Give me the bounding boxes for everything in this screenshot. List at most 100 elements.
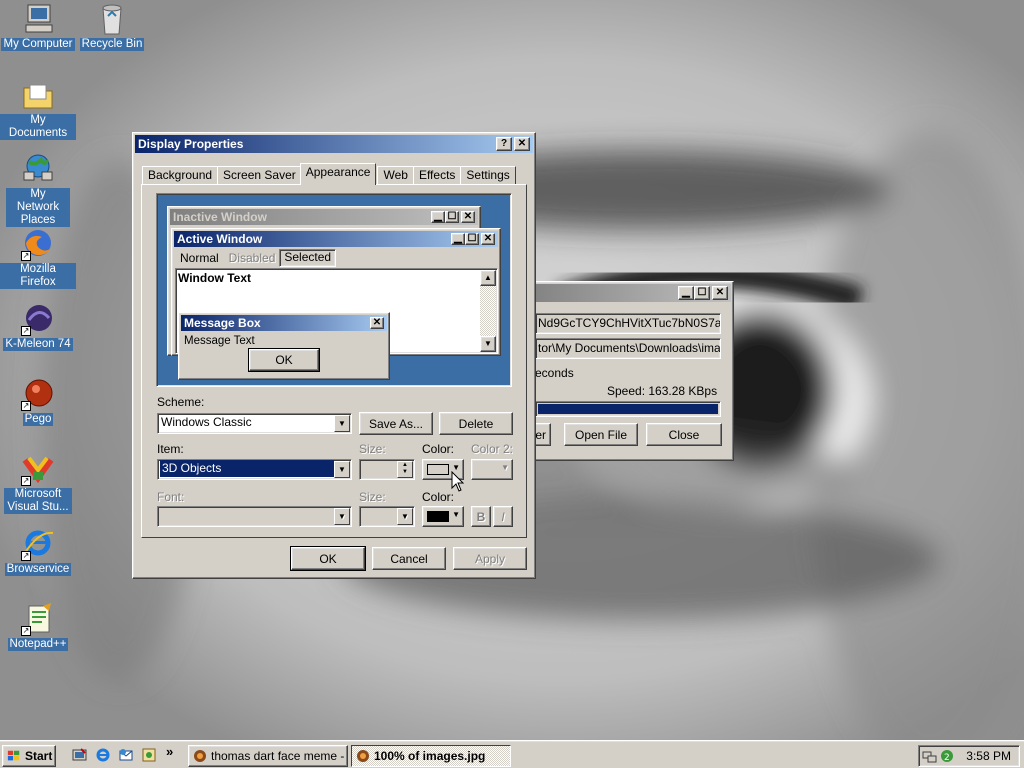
close-icon: ✕	[461, 211, 475, 223]
scheme-select[interactable]: Windows Classic ▼	[157, 413, 352, 434]
desktop-icon-mozilla-firefox[interactable]: ↗ Mozilla Firefox	[0, 227, 76, 289]
apply-button[interactable]: Apply	[453, 547, 527, 570]
quick-launch-more-icon[interactable]: »	[166, 744, 173, 759]
minimize-icon: ▁	[451, 233, 465, 245]
internet-explorer-icon: ↗	[21, 527, 55, 561]
desktop-icon-label: Pego	[22, 413, 54, 426]
tab-appearance[interactable]: Appearance	[299, 163, 377, 185]
chevron-down-icon: ▼	[501, 463, 509, 472]
maximize-button[interactable]: ☐	[694, 286, 710, 300]
desktop-icon-my-computer[interactable]: My Computer	[0, 2, 76, 51]
ok-button[interactable]: OK	[290, 546, 366, 571]
spinner-arrows-icon[interactable]: ▲ ▼	[397, 461, 413, 478]
download-titlebar[interactable]: ▁ ☐ ✕	[523, 284, 731, 302]
start-button[interactable]: Start	[2, 745, 56, 767]
menu-disabled: Disabled	[228, 251, 276, 265]
tab-web[interactable]: Web	[377, 166, 414, 185]
font-size-select[interactable]: ▼	[359, 506, 415, 527]
chevron-down-icon[interactable]: ▼	[334, 508, 350, 525]
shortcut-arrow-icon: ↗	[21, 551, 31, 561]
desktop-icon-label: K-Meleon 74	[3, 338, 73, 351]
desktop-icon-label: Notepad++	[7, 638, 69, 651]
desktop-icon-my-documents[interactable]: My Documents	[0, 78, 76, 140]
scheme-value: Windows Classic	[161, 415, 252, 429]
task-button-browser[interactable]: thomas dart face meme - G...	[188, 745, 348, 767]
scheme-label: Scheme:	[157, 395, 205, 409]
download-progress-bar	[535, 401, 721, 417]
appearance-panel: Inactive Window ▁ ☐ ✕ Active Window ▁ ☐ …	[141, 184, 527, 538]
desktop-icon-recycle-bin[interactable]: Recycle Bin	[74, 2, 150, 51]
font-color-button[interactable]: ▼	[422, 506, 464, 527]
outlook-icon[interactable]	[118, 747, 134, 763]
menu-selected: Selected	[279, 249, 337, 267]
color2-label: Color 2:	[471, 442, 514, 456]
open-file-button[interactable]: Open File	[564, 423, 638, 446]
task-label: 100% of images.jpg	[374, 749, 486, 763]
desktop-icon-k-meleon[interactable]: ↗ K-Meleon 74	[0, 302, 76, 351]
font-color-label: Color:	[422, 490, 455, 504]
taskbar: Start » thomas dart face meme - G... 100…	[0, 740, 1024, 768]
windows-media-icon[interactable]	[141, 747, 157, 763]
item-size-spinner[interactable]: ▲ ▼	[359, 459, 415, 480]
item-select[interactable]: 3D Objects ▼	[157, 459, 352, 480]
chevron-down-icon[interactable]: ▼	[397, 508, 413, 525]
firefox-icon: ↗	[21, 227, 55, 261]
tab-screen-saver[interactable]: Screen Saver	[217, 166, 302, 185]
desktop-icon-notepad-plus-plus[interactable]: ↗ Notepad++	[0, 602, 76, 651]
notepad-icon: ↗	[21, 602, 55, 636]
item-label: Item:	[157, 442, 184, 456]
tab-effects[interactable]: Effects	[412, 166, 462, 185]
italic-button[interactable]: I	[493, 506, 513, 527]
recycle-bin-icon	[95, 2, 129, 36]
system-tray: 2 3:58 PM	[918, 745, 1020, 767]
preview-msgbox-title: Message Box	[184, 316, 261, 330]
tab-settings[interactable]: Settings	[460, 166, 516, 185]
scroll-up-arrow-icon: ▲	[480, 270, 496, 286]
item-color2-button[interactable]: ▼	[471, 459, 513, 480]
display-properties-window[interactable]: Display Properties ? ✕ Background Screen…	[132, 132, 536, 579]
close-download-button[interactable]: Close	[646, 423, 722, 446]
menu-normal: Normal	[180, 251, 219, 265]
cancel-button[interactable]: Cancel	[372, 547, 446, 570]
desktop-icon-label: Browservice	[4, 563, 72, 576]
desktop-icon-label: Recycle Bin	[79, 38, 145, 51]
preview-message-box[interactable]: Message Box ✕ Message Text OK	[178, 312, 390, 380]
display-properties-titlebar[interactable]: Display Properties ? ✕	[135, 135, 533, 153]
chevron-down-icon[interactable]: ▼	[334, 461, 350, 478]
computer-icon	[21, 2, 55, 36]
save-as-button[interactable]: Save As...	[359, 412, 433, 435]
k-meleon-icon	[194, 750, 206, 762]
task-label: thomas dart face meme - G...	[211, 749, 347, 763]
close-icon: ✕	[370, 317, 384, 329]
desktop-icon-label: My Network Places	[6, 188, 70, 227]
internet-explorer-icon[interactable]	[95, 747, 111, 763]
appearance-preview[interactable]: Inactive Window ▁ ☐ ✕ Active Window ▁ ☐ …	[156, 193, 512, 387]
close-button[interactable]: ✕	[712, 286, 728, 300]
item-color-swatch	[427, 464, 449, 475]
help-button[interactable]: ?	[496, 137, 512, 151]
antivirus-icon[interactable]: 2	[939, 748, 955, 764]
preview-msgbox-ok: OK	[248, 348, 320, 372]
show-desktop-icon[interactable]	[72, 747, 88, 763]
download-window[interactable]: ▁ ☐ ✕ Nd9GcTCY9ChHVitXTuc7bN0S7aJiA tor\…	[520, 281, 734, 461]
clock[interactable]: 3:58 PM	[966, 749, 1011, 763]
desktop-icon-label: My Computer	[1, 38, 75, 51]
chevron-down-icon: ▼	[452, 510, 460, 519]
preview-menubar: Normal Disabled Selected	[174, 249, 337, 267]
minimize-button[interactable]: ▁	[678, 286, 694, 300]
tab-background[interactable]: Background	[142, 166, 219, 185]
font-select[interactable]: ▼	[157, 506, 352, 527]
desktop-icon-browservice[interactable]: ↗ Browservice	[0, 527, 76, 576]
preview-inactive-titlebar: Inactive Window ▁ ☐ ✕	[170, 209, 478, 225]
close-button[interactable]: ✕	[514, 137, 530, 151]
desktop-icon-pego[interactable]: ↗ Pego	[0, 377, 76, 426]
desktop-icon-my-network-places[interactable]: My Network Places	[0, 152, 76, 227]
delete-button[interactable]: Delete	[439, 412, 513, 435]
preview-active-title: Active Window	[177, 232, 263, 246]
network-connection-icon[interactable]	[922, 748, 938, 764]
task-button-download[interactable]: 100% of images.jpg	[351, 745, 511, 767]
desktop-icon-visual-studio[interactable]: ↗ Microsoft Visual Stu...	[0, 452, 76, 514]
bold-button[interactable]: B	[471, 506, 491, 527]
chevron-down-icon[interactable]: ▼	[334, 415, 350, 432]
preview-active-titlebar: Active Window ▁ ☐ ✕	[174, 231, 498, 247]
